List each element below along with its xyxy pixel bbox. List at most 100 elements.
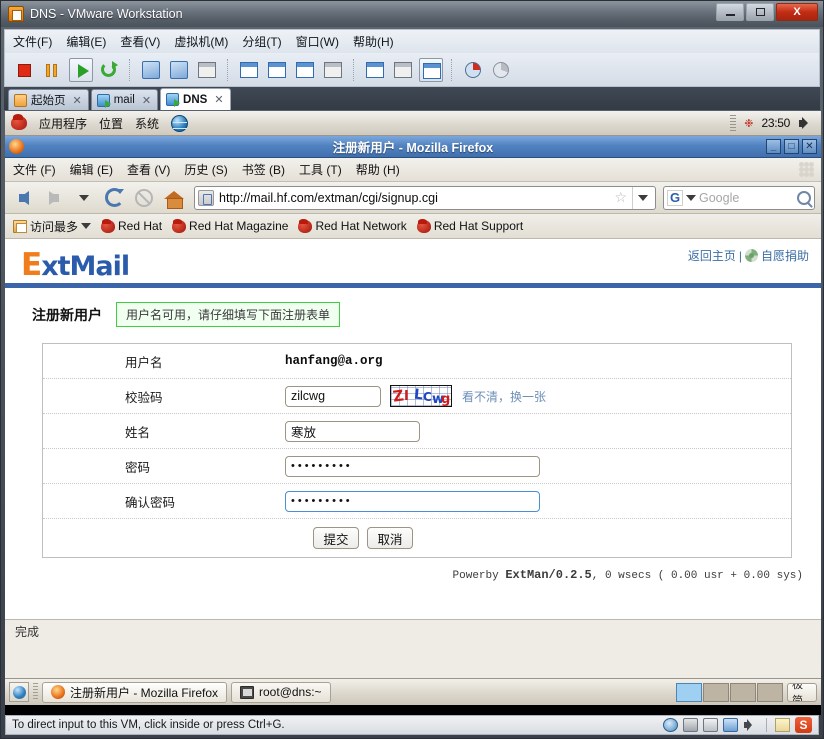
url-dropdown-icon[interactable] [632,186,652,209]
vmware-menu-file[interactable]: 文件(F) [13,33,52,50]
vm-tab-home[interactable]: 起始页 ✕ [8,89,89,110]
workspace-3[interactable] [730,682,756,702]
vm-tab-mail-close-icon[interactable]: ✕ [142,94,151,107]
network-device-icon[interactable] [683,718,698,732]
firefox-maximize-button[interactable]: □ [784,139,799,154]
manage-snapshots-icon[interactable] [195,58,219,82]
panel-grip-handle[interactable] [730,114,737,132]
guest-screen[interactable]: 应用程序 位置 系统 ❉ 23:50 注册新用户 - Mozilla Firef… [5,111,821,715]
suspend-icon[interactable] [41,58,65,82]
workspace-2[interactable] [703,682,729,702]
password-input[interactable] [285,455,540,477]
vm-summary-icon[interactable] [391,58,415,82]
firefox-menu-edit[interactable]: 编辑 (E) [70,161,113,178]
firefox-navigation-toolbar: http://mail.hf.com/extman/cgi/signup.cgi… [5,182,821,214]
workspace-4[interactable] [757,682,783,702]
reload-button[interactable] [101,186,127,210]
bookmark-star-icon[interactable]: ☆ [614,189,627,206]
gnome-menu-places[interactable]: 位置 [99,115,123,132]
show-sidebar-icon[interactable] [237,58,261,82]
back-button[interactable] [11,186,37,210]
firefox-menu-file[interactable]: 文件 (F) [13,161,56,178]
take-snapshot-icon[interactable] [139,58,163,82]
restart-guest-icon[interactable] [97,58,121,82]
search-engine-dropdown-icon[interactable] [686,194,696,201]
submit-button[interactable]: 提交 [313,527,359,549]
power-off-icon[interactable] [13,58,37,82]
forward-button[interactable] [41,186,67,210]
vmware-minimize-button[interactable] [716,3,744,21]
cdrom-device-icon[interactable] [663,718,678,732]
confirm-password-input[interactable] [285,490,540,512]
bookmark-red-hat-magazine[interactable]: Red Hat Magazine [172,218,288,233]
usb-device-icon[interactable] [723,718,738,732]
taskbar-item-firefox[interactable]: 注册新用户 - Mozilla Firefox [42,681,228,703]
realname-input[interactable] [285,420,420,442]
firefox-window-controls: _ □ ✕ [766,139,821,154]
home-button[interactable] [161,186,187,210]
bookmark-red-hat[interactable]: Red Hat [101,218,162,233]
workspace-1[interactable] [676,682,702,702]
refresh-captcha-link[interactable]: 看不清，换一张 [462,388,546,405]
power-on-icon[interactable] [69,57,93,82]
taskbar-grip-handle[interactable] [33,683,38,701]
vmware-menu-help[interactable]: 帮助(H) [353,33,394,50]
google-engine-icon[interactable]: G [667,189,683,206]
taskbar-item-terminal[interactable]: root@dns:~ [231,681,331,703]
firefox-close-button[interactable]: ✕ [802,139,817,154]
firefox-menu-help[interactable]: 帮助 (H) [356,161,400,178]
ime-status-icon[interactable] [775,718,790,732]
search-icon[interactable] [797,190,811,205]
vm-icon [166,93,181,107]
vmware-menu-tabs[interactable]: 分组(T) [242,33,281,50]
template-vm-icon[interactable] [489,58,513,82]
floppy-device-icon[interactable] [703,718,718,732]
gnome-menu-system[interactable]: 系统 [135,115,159,132]
redhat-menu-icon[interactable] [11,114,27,130]
update-notifier-icon[interactable]: ❉ [744,117,753,130]
captcha-input[interactable] [285,385,381,407]
volume-icon[interactable] [798,116,815,131]
vm-tab-dns[interactable]: DNS ✕ [160,88,231,110]
search-input[interactable]: Google [699,191,794,205]
vmware-menu-view[interactable]: 查看(V) [120,33,160,50]
vmware-menu-vm[interactable]: 虚拟机(M) [174,33,228,50]
url-bar[interactable]: http://mail.hf.com/extman/cgi/signup.cgi… [194,185,656,210]
unity-mode-icon[interactable] [293,58,317,82]
bookmark-red-hat-support[interactable]: Red Hat Support [416,218,523,233]
firefox-minimize-button[interactable]: _ [766,139,781,154]
clone-vm-icon[interactable] [461,58,485,82]
vmware-maximize-button[interactable] [746,3,774,21]
vm-tab-mail[interactable]: mail ✕ [90,89,159,110]
gnome-clock[interactable]: 23:50 [761,116,790,130]
stop-button[interactable] [131,186,157,210]
vmware-menu-window[interactable]: 窗口(W) [296,33,339,50]
firefox-menu-bookmarks[interactable]: 书签 (B) [242,161,285,178]
vm-icon [96,93,111,108]
firefox-menu-history[interactable]: 历史 (S) [184,161,227,178]
vm-tab-home-close-icon[interactable]: ✕ [73,94,82,107]
vm-settings-icon[interactable] [363,58,387,82]
bookmark-most-visited[interactable]: 访问最多 [13,218,92,235]
fullscreen-icon[interactable] [265,58,289,82]
return-home-link[interactable]: 返回主页 [688,247,736,264]
console-view-icon[interactable] [321,58,345,82]
bookmark-red-hat-network[interactable]: Red Hat Network [298,218,407,233]
cancel-button[interactable]: 取消 [367,527,413,549]
vmware-close-button[interactable]: X [776,3,818,21]
browser-launcher-icon[interactable] [171,114,189,132]
donate-link[interactable]: 自愿捐助 [761,247,809,264]
history-dropdown-icon[interactable] [71,186,97,210]
show-desktop-button[interactable] [9,682,29,702]
vm-tab-dns-close-icon[interactable]: ✕ [214,93,223,106]
vmware-menu-edit[interactable]: 编辑(E) [66,33,106,50]
url-text[interactable]: http://mail.hf.com/extman/cgi/signup.cgi [219,191,609,205]
search-bar[interactable]: G Google [663,185,815,210]
firefox-menu-view[interactable]: 查看 (V) [127,161,170,178]
vm-console-icon[interactable] [419,57,443,82]
sogou-ime-icon[interactable]: S [795,717,812,733]
sound-device-icon[interactable] [743,718,758,732]
gnome-menu-applications[interactable]: 应用程序 [39,115,87,132]
revert-snapshot-icon[interactable] [167,58,191,82]
firefox-menu-tools[interactable]: 工具 (T) [299,161,342,178]
